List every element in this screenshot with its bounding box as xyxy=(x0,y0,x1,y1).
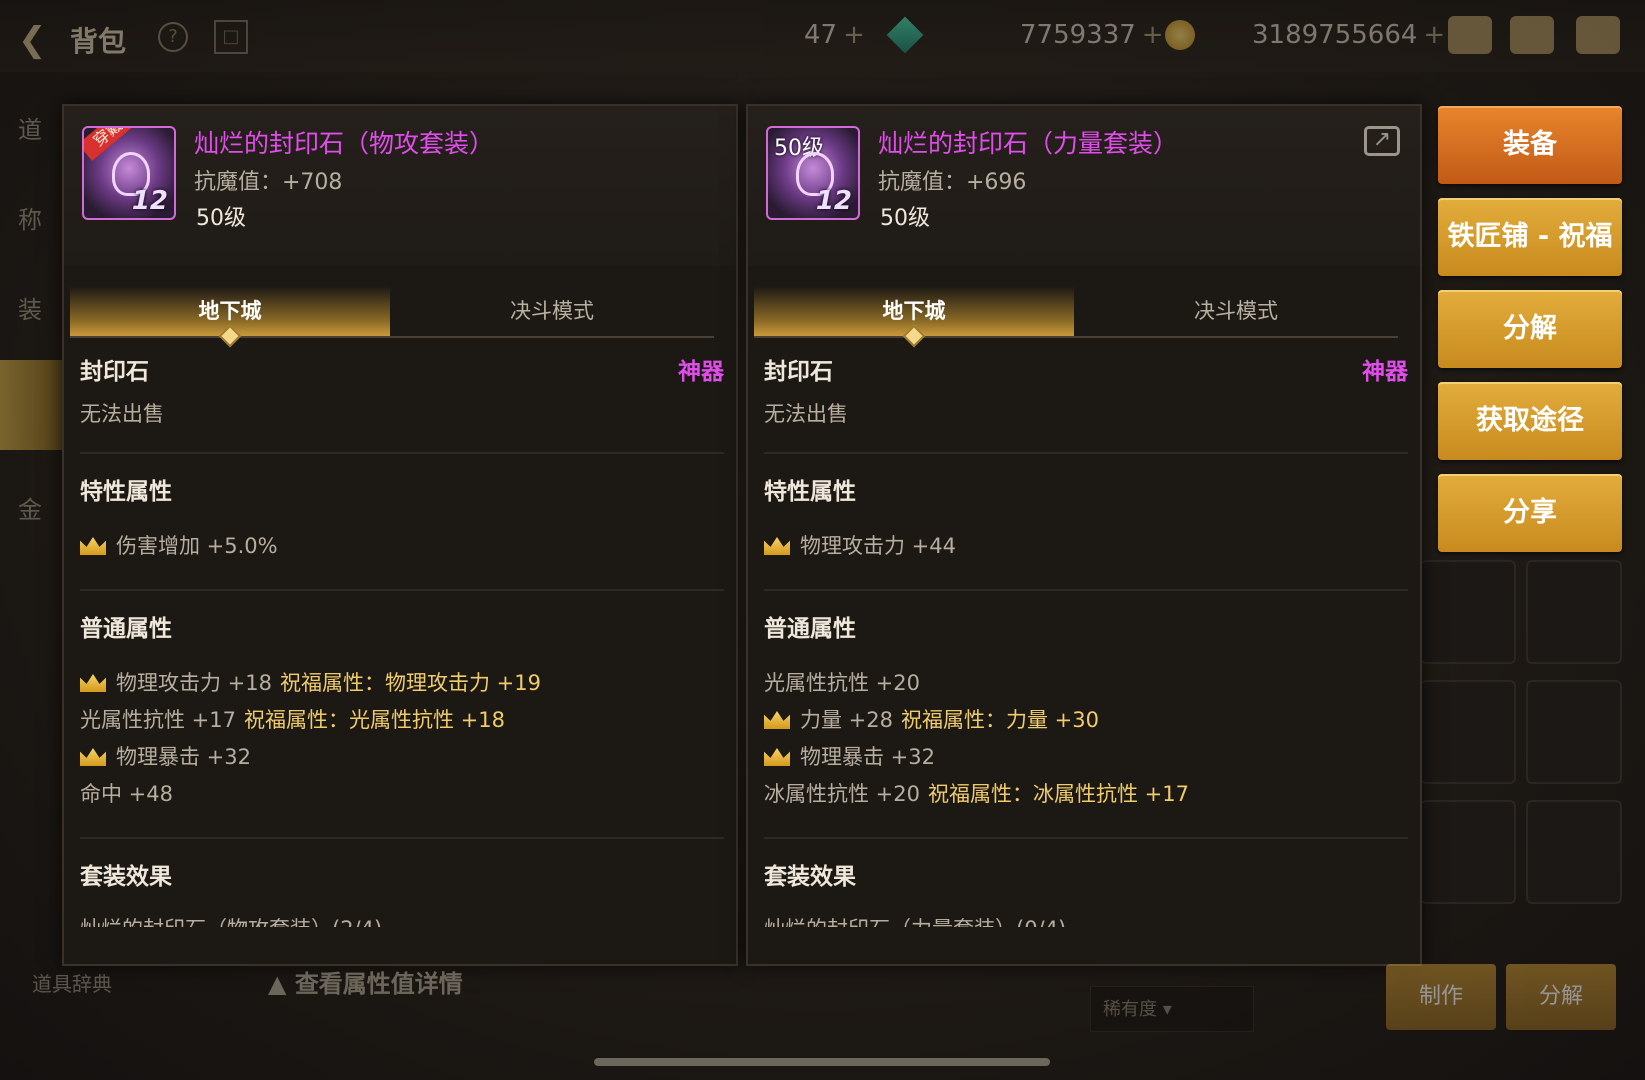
normal-stat: 光属性抗性 +17 祝福属性：光属性抗性 +18 xyxy=(80,708,505,732)
normal-stat: 力量 +28 祝福属性：力量 +30 xyxy=(764,702,1408,739)
decompose-button[interactable]: 分解 xyxy=(1438,290,1622,368)
trait-stat: 物理攻击力 +44 xyxy=(764,528,1408,565)
back-arrow-icon[interactable]: ❮ xyxy=(18,20,47,60)
crown-icon xyxy=(80,674,106,692)
page-title: 背包 xyxy=(70,25,127,58)
acquire-route-button[interactable]: 获取途径 xyxy=(1438,382,1622,460)
divider xyxy=(80,452,724,454)
gold-counter[interactable]: 3189755664 + xyxy=(1252,20,1445,50)
tab-pvp[interactable]: 决斗模式 xyxy=(1076,286,1396,336)
equip-button[interactable]: 装备 xyxy=(1438,106,1622,184)
left-nav-item[interactable]: 称 xyxy=(18,200,42,235)
trait-section-title: 特性属性 xyxy=(764,479,856,505)
divider xyxy=(764,589,1408,591)
home-indicator xyxy=(594,1058,1050,1066)
gem-icon xyxy=(886,16,924,54)
gem-counter[interactable]: 7759337 + xyxy=(1020,20,1164,50)
item-rarity: 神器 xyxy=(1362,359,1408,385)
inventory-grid xyxy=(1420,560,1640,940)
item-level: 50级 xyxy=(196,206,246,231)
chat-icon[interactable] xyxy=(1576,16,1620,54)
left-nav-active[interactable] xyxy=(0,360,62,450)
item-header: 5 12 穿戴中 灿烂的封印石（物攻套装） 抗魔值：+708 50级 xyxy=(64,106,736,266)
set-name: 灿烂的封印石（力量套装）(0/4) xyxy=(764,913,1408,927)
normal-stat: 物理攻击力 +18 祝福属性：物理攻击力 +19 xyxy=(80,665,724,702)
sell-status: 无法出售 xyxy=(764,402,848,426)
help-icon[interactable]: ? xyxy=(158,22,188,52)
left-nav-item[interactable]: 金 xyxy=(18,490,42,525)
inventory-slot[interactable] xyxy=(1420,800,1516,904)
item-name: 灿烂的封印石（力量套装） xyxy=(878,129,1179,158)
normal-stat: 物理暴击 +32 xyxy=(764,739,1408,776)
normal-stat: 命中 +48 xyxy=(80,782,173,806)
seal-stone-icon: 50级 12 xyxy=(766,126,860,220)
divider xyxy=(80,589,724,591)
set-section-title: 套装效果 xyxy=(80,864,172,890)
normal-stat: 光属性抗性 +20 xyxy=(764,671,920,695)
normal-section-title: 普通属性 xyxy=(80,616,172,642)
item-details: 封印石 神器 无法出售 特性属性 伤害增加 +5.0% 普通属性 物理攻击力 +… xyxy=(80,352,724,927)
item-details: 封印石 神器 无法出售 特性属性 物理攻击力 +44 普通属性 光属性抗性 +2… xyxy=(764,352,1408,927)
magic-defense: 抗魔值：+708 xyxy=(194,170,343,195)
item-header: 50级 12 灿烂的封印石（力量套装） 抗魔值：+696 50级 ↗ xyxy=(748,106,1420,266)
crown-icon xyxy=(80,748,106,766)
item-type: 封印石 xyxy=(80,359,149,385)
mail-icon[interactable] xyxy=(1510,16,1554,54)
top-bar: ❮ 背包 ? □ 47 + 7759337 + 3189755664 + xyxy=(0,0,1645,72)
share-button[interactable]: 分享 xyxy=(1438,474,1622,552)
divider xyxy=(764,452,1408,454)
sort-dropdown[interactable]: 稀有度 ▾ xyxy=(1090,986,1254,1032)
inventory-slot[interactable] xyxy=(1420,680,1516,784)
inventory-slot[interactable] xyxy=(1526,800,1622,904)
normal-stat: 冰属性抗性 +20 祝福属性：冰属性抗性 +17 xyxy=(764,782,1189,806)
crown-icon xyxy=(764,537,790,555)
compare-item-panel: 50级 12 灿烂的封印石（力量套装） 抗魔值：+696 50级 ↗ 地下城 决… xyxy=(746,104,1422,966)
left-nav-item[interactable]: 装 xyxy=(18,290,42,325)
inventory-slot[interactable] xyxy=(1420,560,1516,664)
bag-icon[interactable] xyxy=(1448,16,1492,54)
tab-pvp[interactable]: 决斗模式 xyxy=(392,286,712,336)
trait-stat: 伤害增加 +5.0% xyxy=(80,528,724,565)
equipped-item-panel: 5 12 穿戴中 灿烂的封印石（物攻套装） 抗魔值：+708 50级 地下城 决… xyxy=(62,104,738,966)
crown-icon xyxy=(80,537,106,555)
crown-icon xyxy=(764,711,790,729)
set-section-title: 套装效果 xyxy=(764,864,856,890)
sell-status: 无法出售 xyxy=(80,402,164,426)
share-link-icon[interactable]: ↗ xyxy=(1364,126,1400,156)
normal-section-title: 普通属性 xyxy=(764,616,856,642)
normal-stat: 物理暴击 +32 xyxy=(80,739,724,776)
crown-icon xyxy=(764,748,790,766)
item-rarity: 神器 xyxy=(678,359,724,385)
gold-coin-icon xyxy=(1165,20,1195,50)
item-level: 50级 xyxy=(880,206,930,231)
make-button[interactable]: 制作 xyxy=(1386,964,1496,1030)
mode-tabs: 地下城 决斗模式 xyxy=(754,286,1398,348)
inventory-slot[interactable] xyxy=(1526,680,1622,784)
blacksmith-bless-button[interactable]: 铁匠铺 - 祝福 xyxy=(1438,198,1622,276)
bulk-decompose-button[interactable]: 分解 xyxy=(1506,964,1616,1030)
trait-section-title: 特性属性 xyxy=(80,479,172,505)
magic-defense: 抗魔值：+696 xyxy=(878,170,1027,195)
left-nav: 道 称 装 金 xyxy=(0,90,62,990)
divider xyxy=(764,837,1408,839)
left-nav-item[interactable]: 道 xyxy=(18,110,42,145)
item-type: 封印石 xyxy=(764,359,833,385)
divider xyxy=(80,837,724,839)
equipment-icon[interactable]: □ xyxy=(214,20,248,54)
view-stats-detail-link[interactable]: ▲ 查看属性值详情 xyxy=(268,964,463,999)
set-name: 灿烂的封印石（物攻套装）(2/4) xyxy=(80,913,724,927)
inventory-slot[interactable] xyxy=(1526,560,1622,664)
fatigue-counter[interactable]: 47 + xyxy=(804,20,865,50)
mode-tabs: 地下城 决斗模式 xyxy=(70,286,714,348)
seal-stone-icon: 5 12 穿戴中 xyxy=(82,126,176,220)
item-name: 灿烂的封印石（物攻套装） xyxy=(194,129,495,158)
item-dictionary-link[interactable]: 道具辞典 xyxy=(32,968,112,997)
